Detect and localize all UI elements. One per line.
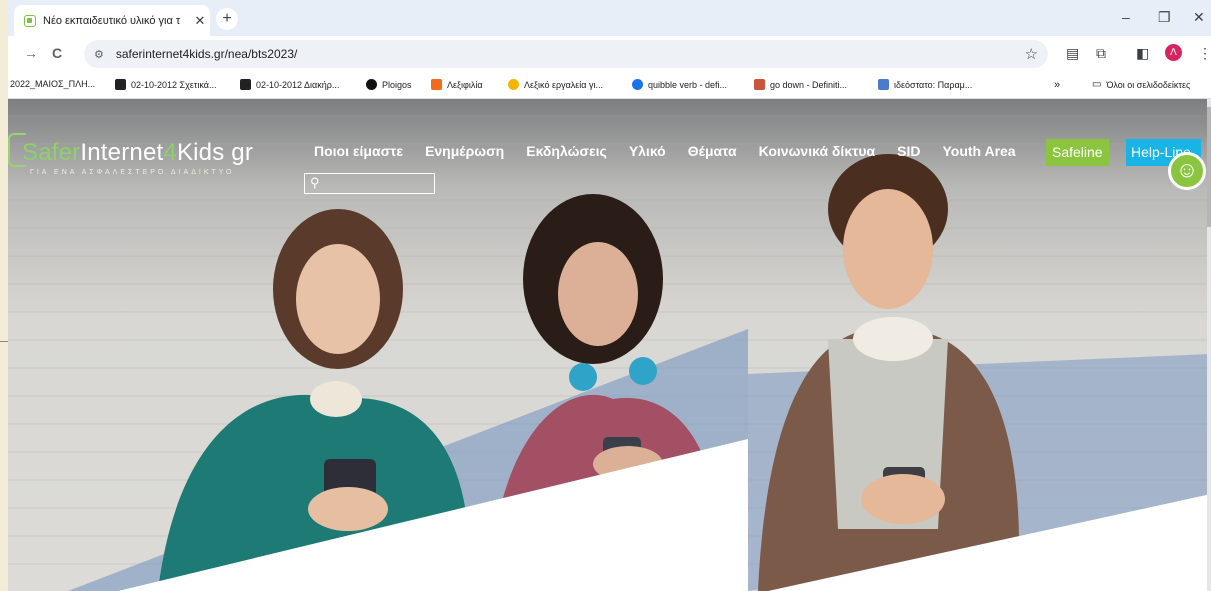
browser-window: Νέο εκπαιδευτικό υλικό για τ ✕ + – ❐ ✕ →… [8,0,1211,591]
nav-item-about[interactable]: Ποιοι είμαστε [314,143,403,159]
new-tab-button[interactable]: + [216,8,238,30]
puzzle-extensions-icon[interactable]: ⧉ [1096,45,1106,62]
bookmark-item[interactable]: Λεξιφιλία [431,79,483,90]
bookmark-item[interactable]: go down - Definiti... [754,79,847,90]
address-bar-row: → C ⚙ saferinternet4kids.gr/nea/bts2023/… [8,36,1211,72]
blogger-icon [431,79,442,90]
logo-text: Internet [80,139,164,166]
bookmark-item[interactable]: Ploigos [366,79,412,90]
bookmark-item[interactable]: 02-10-2012 Σχετικά... [115,79,217,90]
cambridge-icon [632,79,643,90]
bookmark-label: quibble verb - defi... [648,79,728,90]
bookmarks-overflow-button[interactable]: » [1054,79,1060,91]
nav-item-youth-area[interactable]: Youth Area [942,143,1015,159]
side-panel-icon[interactable]: ◧ [1136,45,1149,62]
nav-item-sid[interactable]: SID [897,143,920,159]
ploigos-icon [366,79,377,90]
info-icon [508,79,519,90]
profile-avatar[interactable]: Λ [1165,44,1182,61]
accessibility-icon[interactable]: ☺ [1168,152,1206,190]
nav-item-news[interactable]: Ενημέρωση [425,143,504,159]
page-icon [878,79,889,90]
search-input[interactable] [327,174,435,194]
maximize-button[interactable]: ❐ [1158,9,1171,26]
tab-strip: Νέο εκπαιδευτικό υλικό για τ ✕ + – ❐ ✕ [8,0,1211,36]
forward-button[interactable]: → [24,45,38,61]
minimize-button[interactable]: – [1122,9,1130,25]
bookmarks-bar: 2022_ΜΑΙΟΣ_ΠΛΗ... 02-10-2012 Σχετικά... … [8,72,1211,99]
bookmark-item[interactable]: ιδεόστατο: Παραμ... [878,79,972,90]
site-favicon-icon [24,14,36,27]
close-window-button[interactable]: ✕ [1193,9,1205,26]
folder-icon: ▭ [1092,79,1102,90]
site-search: ⚲ [304,173,435,194]
chevron-double-icon: » [1054,79,1061,91]
bookmark-label: go down - Definiti... [770,79,848,90]
nav-item-events[interactable]: Εκδηλώσεις [526,143,607,159]
bookmark-label: Όλοι οι σελιδοδείκτες [1106,79,1191,90]
nav-item-topics[interactable]: Θέματα [688,143,737,159]
bookmark-label: Λεξικό εργαλεία γι... [524,79,604,90]
bookmark-label: 02-10-2012 Διακήρ... [256,79,340,90]
bookmark-label: Ploigos [382,79,412,90]
url-text[interactable]: saferinternet4kids.gr/nea/bts2023/ [116,47,1025,61]
all-bookmarks-folder[interactable]: ▭ Όλοι οι σελιδοδείκτες [1092,79,1190,90]
bookmark-star-icon[interactable]: ☆ [1025,45,1038,63]
logo-text: Kids [176,139,225,166]
web-page: SaferInternet4Kids gr ΓΙΑ ΕΝΑ ΑΣΦΑΛΕΣΤΕΡ… [8,99,1211,591]
safeline-button[interactable]: Safeline [1046,139,1109,166]
reload-button[interactable]: C [52,45,62,61]
bookmark-label: Λεξιφιλία [447,79,483,90]
bookmark-item[interactable]: 2022_ΜΑΙΟΣ_ΠΛΗ... [10,79,95,89]
site-settings-icon[interactable]: ⚙ [94,48,104,61]
nav-item-material[interactable]: Υλικό [629,143,666,159]
bookmark-item[interactable]: quibble verb - defi... [632,79,727,90]
omnibox[interactable]: ⚙ saferinternet4kids.gr/nea/bts2023/ ☆ [84,40,1048,68]
extension-icon[interactable]: ▤ [1066,45,1079,62]
tab-title: Νέο εκπαιδευτικό υλικό για τ [43,14,181,27]
search-icon[interactable]: ⚲ [310,175,320,191]
bookmark-label: 2022_ΜΑΙΟΣ_ΠΛΗ... [10,79,96,89]
tab-close-icon[interactable]: ✕ [190,13,210,29]
site-logo[interactable]: SaferInternet4Kids gr ΓΙΑ ΕΝΑ ΑΣΦΑΛΕΣΤΕΡ… [22,139,253,176]
main-navigation: Ποιοι είμαστε Ενημέρωση Εκδηλώσεις Υλικό… [314,143,1016,159]
bookmark-item[interactable]: 02-10-2012 Διακήρ... [240,79,339,90]
doc-icon [240,79,251,90]
logo-text: Safer [22,139,81,166]
bookmark-label: 02-10-2012 Σχετικά... [131,79,217,90]
logo-tagline: ΓΙΑ ΕΝΑ ΑΣΦΑΛΕΣΤΕΡΟ ΔΙΑΔΙΚΤΥΟ [30,169,235,176]
logo-text: gr [224,139,254,166]
menu-kebab-icon[interactable]: ⋮ [1198,45,1211,62]
nav-item-social[interactable]: Κοινωνικά δίκτυα [759,143,876,159]
doc-icon [115,79,126,90]
bookmark-item[interactable]: Λεξικό εργαλεία γι... [508,79,603,90]
bookmark-label: ιδεόστατο: Παραμ... [894,79,973,90]
scrollbar-thumb[interactable] [1207,107,1211,227]
logo-text: 4 [163,139,177,166]
oxford-icon [754,79,765,90]
browser-tab[interactable]: Νέο εκπαιδευτικό υλικό για τ ✕ [14,5,210,36]
